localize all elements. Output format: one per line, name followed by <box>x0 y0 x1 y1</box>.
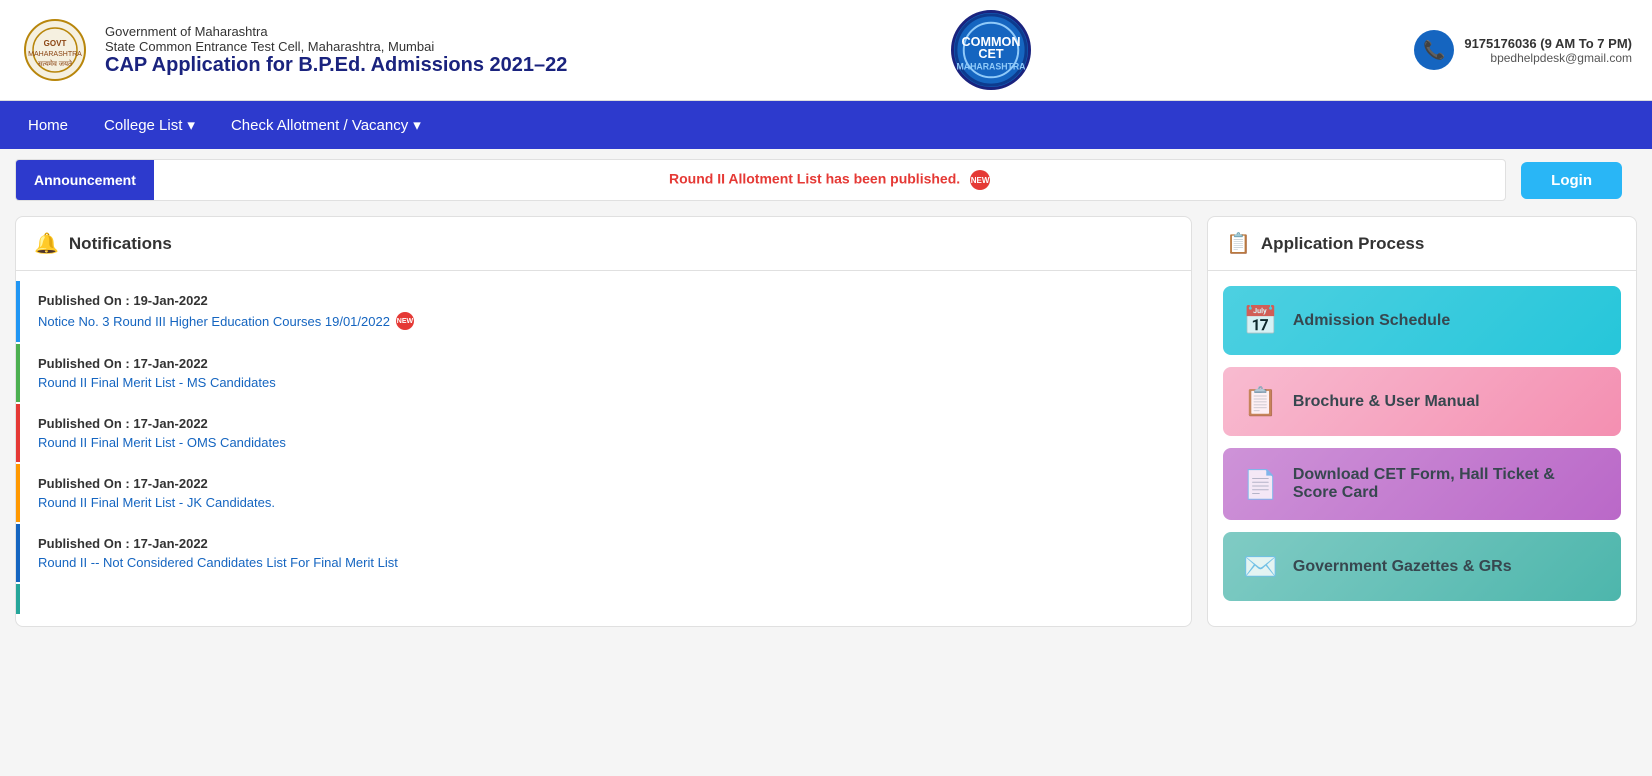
notification-link[interactable]: Notice No. 3 Round III Higher Education … <box>38 312 1173 330</box>
phone-number: 9175176036 (9 AM To 7 PM) <box>1464 36 1632 51</box>
login-button[interactable]: Login <box>1521 162 1622 199</box>
nav-check-allotment[interactable]: Check Allotment / Vacancy ▾ <box>213 104 439 146</box>
chevron-down-icon: ▾ <box>413 116 421 134</box>
notification-date: Published On : 19-Jan-2022 <box>38 293 1173 308</box>
svg-text:MAHARASHTRA: MAHARASHTRA <box>956 61 1026 71</box>
notification-item <box>16 584 1191 614</box>
header-contact: 📞 9175176036 (9 AM To 7 PM) bpedhelpdesk… <box>1414 30 1632 70</box>
svg-text:सत्यमेव जयते: सत्यमेव जयते <box>37 59 72 68</box>
document-icon: 📄 <box>1243 468 1278 501</box>
announcement-bar: Announcement Round II Allotment List has… <box>15 159 1506 201</box>
process-buttons-list: 📅 Admission Schedule 📋 Brochure & User M… <box>1208 271 1636 616</box>
notifications-panel: 🔔 Notifications Published On : 19-Jan-20… <box>15 216 1192 627</box>
process-icon: 📋 <box>1226 231 1251 256</box>
download-cet-form-button[interactable]: 📄 Download CET Form, Hall Ticket & Score… <box>1223 448 1621 520</box>
notification-item: Published On : 17-Jan-2022 Round II -- N… <box>16 524 1191 582</box>
notification-item: Published On : 17-Jan-2022 Round II Fina… <box>16 404 1191 462</box>
brochure-manual-button[interactable]: 📋 Brochure & User Manual <box>1223 367 1621 436</box>
header-line1: Government of Maharashtra <box>105 24 567 39</box>
admission-schedule-button[interactable]: 📅 Admission Schedule <box>1223 286 1621 355</box>
application-process-header: 📋 Application Process <box>1208 217 1636 271</box>
notification-date: Published On : 17-Jan-2022 <box>38 416 1173 431</box>
notification-date: Published On : 17-Jan-2022 <box>38 356 1173 371</box>
new-badge: NEW <box>970 170 990 190</box>
notifications-header: 🔔 Notifications <box>16 217 1191 271</box>
govt-emblem: GOVT MAHARASHTRA सत्यमेव जयते <box>20 15 90 85</box>
notification-date: Published On : 17-Jan-2022 <box>38 536 1173 551</box>
phone-icon: 📞 <box>1414 30 1454 70</box>
cet-logo: COMMON CET MAHARASHTRA <box>951 10 1031 90</box>
email-address: bpedhelpdesk@gmail.com <box>1464 51 1632 65</box>
header-title: CAP Application for B.P.Ed. Admissions 2… <box>105 54 567 77</box>
process-title: Application Process <box>1261 234 1424 254</box>
svg-text:MAHARASHTRA: MAHARASHTRA <box>28 51 82 58</box>
govt-gazettes-button[interactable]: ✉️ Government Gazettes & GRs <box>1223 532 1621 601</box>
svg-text:GOVT: GOVT <box>43 39 66 48</box>
application-process-panel: 📋 Application Process 📅 Admission Schedu… <box>1207 216 1637 627</box>
cet-logo-container: COMMON CET MAHARASHTRA <box>951 10 1031 90</box>
contact-details: 9175176036 (9 AM To 7 PM) bpedhelpdesk@g… <box>1464 36 1632 65</box>
announcement-label: Announcement <box>16 160 154 200</box>
notification-item: Published On : 17-Jan-2022 Round II Fina… <box>16 344 1191 402</box>
notification-item: Published On : 19-Jan-2022 Notice No. 3 … <box>16 281 1191 342</box>
envelope-icon: ✉️ <box>1243 550 1278 583</box>
nav-college-list[interactable]: College List ▾ <box>86 104 213 146</box>
announcement-text: Round II Allotment List has been publish… <box>154 170 1505 190</box>
new-badge-icon: NEW <box>396 312 414 330</box>
svg-text:CET: CET <box>978 47 1004 61</box>
notifications-title: Notifications <box>69 234 172 254</box>
notification-date: Published On : 17-Jan-2022 <box>38 476 1173 491</box>
page-header: GOVT MAHARASHTRA सत्यमेव जयते Government… <box>0 0 1652 101</box>
notification-link[interactable]: Round II Final Merit List - OMS Candidat… <box>38 435 1173 450</box>
main-content: 🔔 Notifications Published On : 19-Jan-20… <box>0 206 1652 637</box>
notification-item: Published On : 17-Jan-2022 Round II Fina… <box>16 464 1191 522</box>
brochure-icon: 📋 <box>1243 385 1278 418</box>
notification-link[interactable]: Round II -- Not Considered Candidates Li… <box>38 555 1173 570</box>
bell-icon: 🔔 <box>34 231 59 256</box>
notifications-list: Published On : 19-Jan-2022 Notice No. 3 … <box>16 271 1191 626</box>
notification-link[interactable]: Round II Final Merit List - JK Candidate… <box>38 495 1173 510</box>
chevron-down-icon: ▾ <box>187 116 195 134</box>
header-line2: State Common Entrance Test Cell, Maharas… <box>105 39 567 54</box>
nav-home[interactable]: Home <box>10 105 86 146</box>
notification-link[interactable]: Round II Final Merit List - MS Candidate… <box>38 375 1173 390</box>
navigation: Home College List ▾ Check Allotment / Va… <box>0 101 1652 149</box>
header-left: GOVT MAHARASHTRA सत्यमेव जयते Government… <box>20 15 567 85</box>
header-text: Government of Maharashtra State Common E… <box>105 24 567 77</box>
calendar-icon: 📅 <box>1243 304 1278 337</box>
